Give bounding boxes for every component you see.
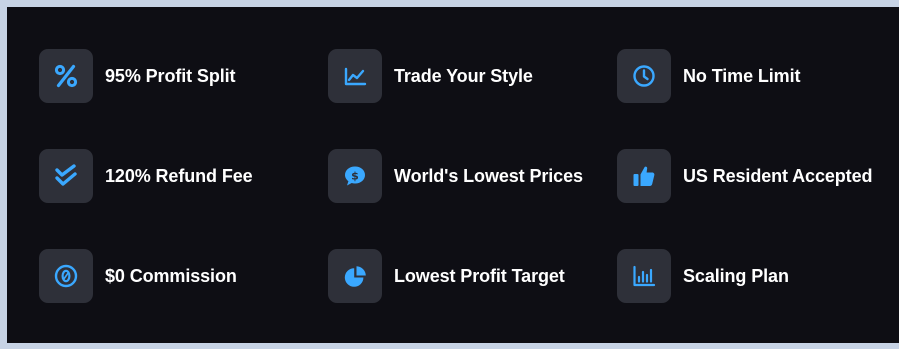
feature-label: Scaling Plan xyxy=(683,266,789,286)
percent-icon xyxy=(53,63,79,89)
line-chart-icon xyxy=(342,63,368,89)
feature-label: US Resident Accepted xyxy=(683,166,873,186)
feature-lowest-prices: $ World's Lowest Prices xyxy=(328,149,617,249)
feature-scaling-plan: Scaling Plan xyxy=(617,249,899,349)
svg-text:$: $ xyxy=(351,169,359,182)
feature-label: 120% Refund Fee xyxy=(105,166,253,186)
icon-tile xyxy=(328,49,382,103)
zero-circle-icon xyxy=(53,263,79,289)
features-panel: 95% Profit Split Trade Your Style No Tim… xyxy=(7,7,899,343)
feature-label: $0 Commission xyxy=(105,266,237,286)
icon-tile xyxy=(39,149,93,203)
feature-label: Lowest Profit Target xyxy=(394,266,565,286)
icon-tile: $ xyxy=(328,149,382,203)
icon-tile xyxy=(39,249,93,303)
double-check-icon xyxy=(53,163,79,189)
dollar-chat-icon: $ xyxy=(342,163,368,189)
features-grid: 95% Profit Split Trade Your Style No Tim… xyxy=(39,49,899,349)
feature-label: No Time Limit xyxy=(683,66,801,86)
feature-no-time-limit: No Time Limit xyxy=(617,49,899,149)
feature-profit-target: Lowest Profit Target xyxy=(328,249,617,349)
feature-trade-style: Trade Your Style xyxy=(328,49,617,149)
feature-profit-split: 95% Profit Split xyxy=(39,49,328,149)
icon-tile xyxy=(39,49,93,103)
icon-tile xyxy=(617,49,671,103)
feature-label: Trade Your Style xyxy=(394,66,533,86)
feature-label: 95% Profit Split xyxy=(105,66,236,86)
feature-refund-fee: 120% Refund Fee xyxy=(39,149,328,249)
feature-label: World's Lowest Prices xyxy=(394,166,583,186)
icon-tile xyxy=(617,249,671,303)
bar-chart-icon xyxy=(631,263,657,289)
pie-chart-icon xyxy=(342,263,368,289)
icon-tile xyxy=(328,249,382,303)
feature-us-resident: US Resident Accepted xyxy=(617,149,899,249)
clock-icon xyxy=(631,63,657,89)
thumbs-up-icon xyxy=(631,163,657,189)
feature-zero-commission: $0 Commission xyxy=(39,249,328,349)
icon-tile xyxy=(617,149,671,203)
